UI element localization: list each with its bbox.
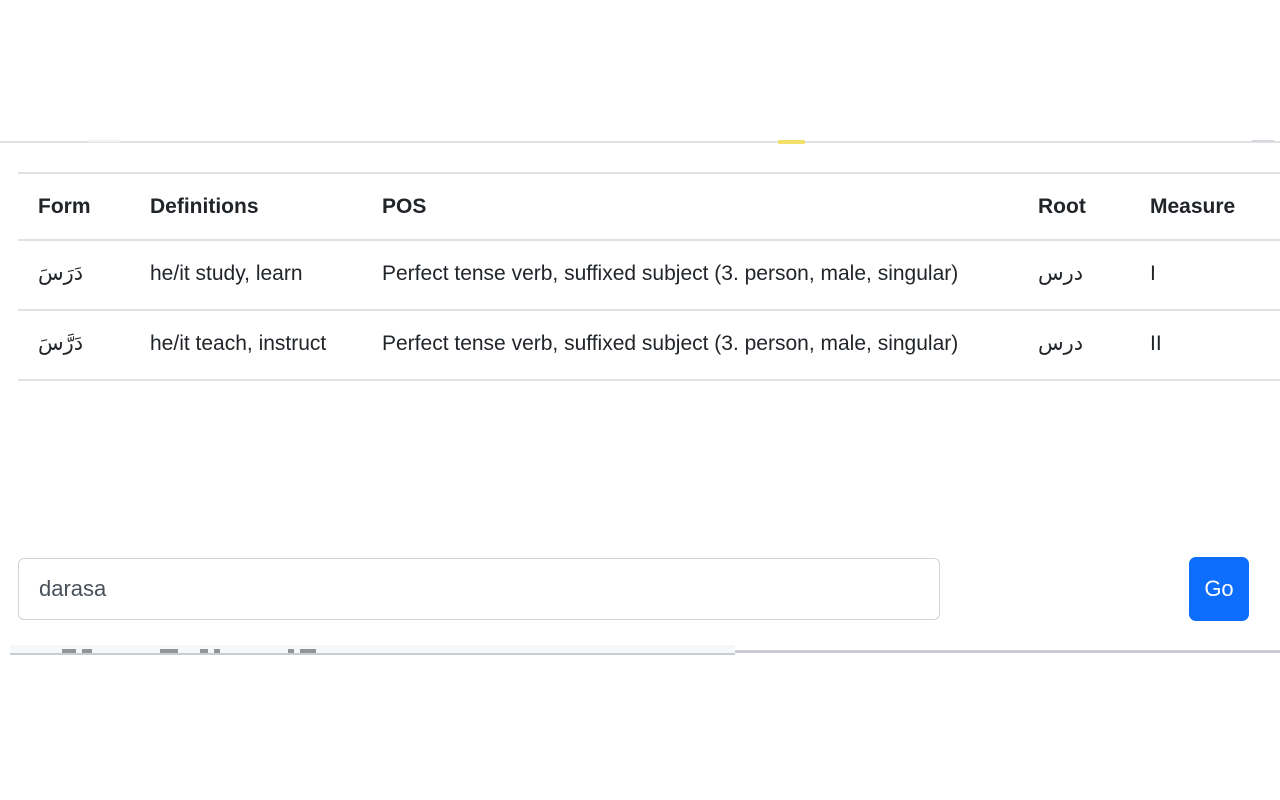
search-input[interactable] xyxy=(18,558,940,620)
bottom-clipped-glyph xyxy=(160,649,178,653)
bottom-divider-line xyxy=(735,650,1280,653)
top-clipped-content-strip xyxy=(0,138,1280,146)
cell-pos: Perfect tense verb, suffixed subject (3.… xyxy=(382,332,959,355)
search-term-highlight-mark xyxy=(778,140,805,144)
cell-measure: II xyxy=(1150,332,1162,355)
cell-definitions: he/it teach, instruct xyxy=(150,332,327,355)
bottom-clipped-glyph xyxy=(300,649,316,653)
cell-root: درس xyxy=(1038,261,1084,286)
bottom-clipped-panel xyxy=(10,645,735,655)
results-table-body: دَرَسَ he/it study, learn Perfect tense … xyxy=(18,240,1280,380)
go-button[interactable]: Go xyxy=(1189,557,1249,621)
cell-pos: Perfect tense verb, suffixed subject (3.… xyxy=(382,262,959,286)
top-clipped-right-fragment xyxy=(1252,140,1274,142)
results-table-head: Form Definitions POS Root Measure xyxy=(18,173,1280,241)
cell-root: درس xyxy=(1038,331,1084,355)
bottom-clipped-glyph xyxy=(82,649,92,653)
bottom-clipped-glyph xyxy=(200,649,208,653)
column-header-form[interactable]: Form xyxy=(18,173,150,240)
cell-form: دَرَّسَ xyxy=(38,331,84,355)
bottom-clipped-glyph xyxy=(288,649,294,653)
cell-definitions: he/it study, learn xyxy=(150,262,303,286)
column-header-pos[interactable]: POS xyxy=(382,173,1038,240)
bottom-clipped-glyph xyxy=(214,649,220,653)
search-bar: Go xyxy=(18,557,1249,622)
column-header-root[interactable]: Root xyxy=(1038,173,1150,240)
results-table: Form Definitions POS Root Measure دَرَسَ… xyxy=(18,172,1280,381)
table-row[interactable]: دَرَّسَ he/it teach, instruct Perfect te… xyxy=(18,310,1280,380)
bottom-clipped-glyph xyxy=(62,649,76,653)
cell-measure: I xyxy=(1150,262,1156,286)
bottom-clipped-content-strip xyxy=(0,645,1280,655)
table-header-row: Form Definitions POS Root Measure xyxy=(18,173,1280,241)
top-clipped-tab xyxy=(88,140,120,142)
top-divider-line xyxy=(0,141,1280,143)
table-row[interactable]: دَرَسَ he/it study, learn Perfect tense … xyxy=(18,240,1280,310)
column-header-measure[interactable]: Measure xyxy=(1150,173,1280,240)
column-header-definitions[interactable]: Definitions xyxy=(150,173,382,240)
cell-form: دَرَسَ xyxy=(38,261,84,286)
